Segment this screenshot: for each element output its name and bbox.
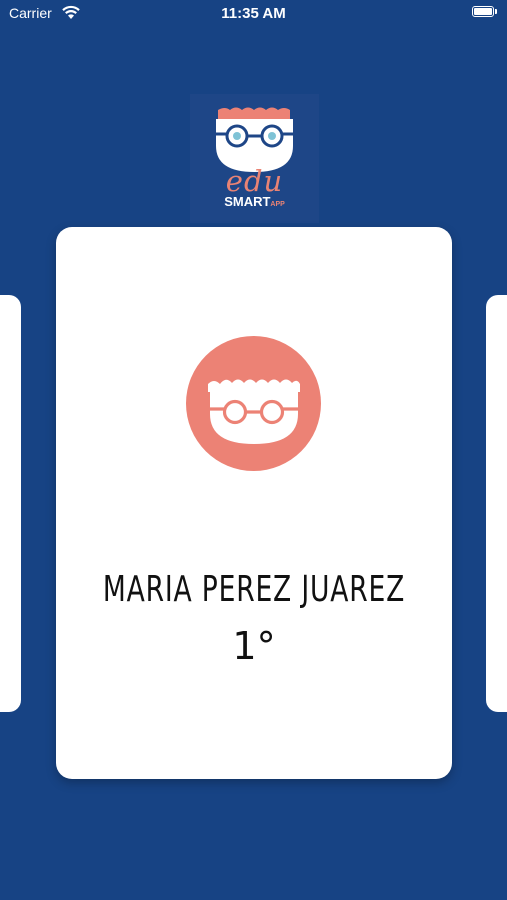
- previous-student-card[interactable]: [0, 295, 21, 712]
- student-name: MARIA PEREZ JUAREZ: [102, 569, 406, 610]
- student-card[interactable]: MARIA PEREZ JUAREZ 1°: [56, 227, 452, 779]
- battery-tip: [495, 9, 497, 14]
- logo-subtitle-main: SMART: [224, 194, 271, 209]
- battery-icon: [472, 6, 494, 17]
- status-time: 11:35 AM: [221, 5, 286, 22]
- student-avatar-icon: [186, 336, 321, 471]
- student-grade: 1°: [232, 624, 276, 668]
- logo-subtitle: SMARTAPP: [190, 195, 319, 212]
- logo-subtitle-suffix: APP: [270, 201, 285, 208]
- app-logo: edu SMARTAPP: [190, 94, 319, 223]
- next-student-card[interactable]: [486, 295, 507, 712]
- status-bar: Carrier 11:35 AM: [0, 0, 507, 28]
- logo-title: edu: [225, 164, 284, 198]
